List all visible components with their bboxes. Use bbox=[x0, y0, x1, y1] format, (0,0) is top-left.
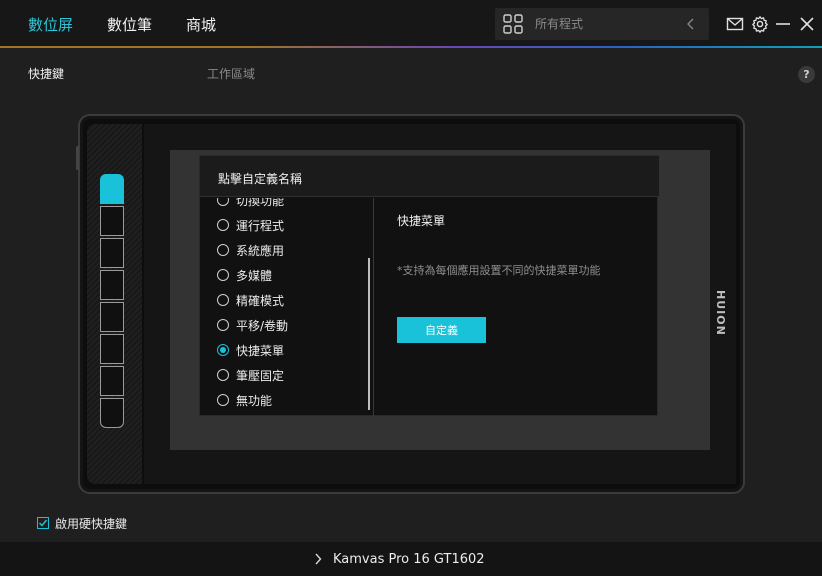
device-name[interactable]: Kamvas Pro 16 GT1602 bbox=[333, 552, 485, 567]
popup-header[interactable]: 點擊自定義名稱 bbox=[200, 156, 659, 197]
radio-button[interactable] bbox=[217, 294, 229, 306]
list-scrollbar[interactable] bbox=[368, 258, 370, 410]
radio-button[interactable] bbox=[217, 219, 229, 231]
express-key-7[interactable] bbox=[100, 366, 124, 396]
radio-button[interactable] bbox=[217, 394, 229, 406]
minimize-icon[interactable] bbox=[774, 15, 792, 33]
function-option-label: 運行程式 bbox=[236, 218, 285, 233]
function-option[interactable]: 多媒體 bbox=[217, 265, 272, 285]
close-icon[interactable] bbox=[798, 15, 816, 33]
express-key-5[interactable] bbox=[100, 302, 124, 332]
help-icon[interactable]: ? bbox=[798, 66, 815, 83]
gear-icon[interactable] bbox=[751, 15, 769, 33]
function-option-label: 無功能 bbox=[236, 393, 273, 408]
huion-logo-text: HUION bbox=[714, 290, 727, 336]
chevron-left-icon[interactable] bbox=[685, 15, 697, 33]
app-grid-icon[interactable] bbox=[503, 14, 523, 34]
express-key-1[interactable] bbox=[100, 174, 124, 204]
radio-button[interactable] bbox=[217, 369, 229, 381]
customize-button[interactable]: 自定義 bbox=[397, 317, 486, 343]
express-key-4[interactable] bbox=[100, 270, 124, 300]
popup-divider bbox=[373, 198, 374, 416]
radio-button-checked[interactable] bbox=[217, 344, 229, 356]
popup-title[interactable]: 點擊自定義名稱 bbox=[218, 170, 302, 187]
top-bar: 數位屏 數位筆 商城 bbox=[0, 0, 822, 48]
function-option[interactable]: 切換功能 bbox=[217, 198, 284, 210]
radio-button[interactable] bbox=[217, 269, 229, 281]
function-option-label: 系統應用 bbox=[236, 243, 285, 258]
detail-description: *支持為每個應用設置不同的快捷菜單功能 bbox=[397, 264, 601, 277]
mail-icon[interactable] bbox=[726, 15, 744, 33]
function-option-label: 精確模式 bbox=[236, 293, 285, 308]
enable-express-keys-row[interactable]: 啟用硬快捷鍵 bbox=[37, 515, 127, 531]
express-key-8[interactable] bbox=[100, 398, 124, 428]
radio-button[interactable] bbox=[217, 319, 229, 331]
function-option[interactable]: 無功能 bbox=[217, 390, 272, 410]
function-option-label: 筆壓固定 bbox=[236, 368, 285, 383]
header-accent-line bbox=[0, 46, 822, 48]
function-option-label: 平移/卷動 bbox=[236, 318, 289, 333]
app-search-input[interactable] bbox=[535, 14, 675, 34]
app-search-box[interactable] bbox=[495, 8, 709, 40]
tab-pen[interactable]: 數位筆 bbox=[107, 14, 152, 35]
function-list: 切換功能 運行程式 系統應用 多媒體 精確模式 平移/卷動 快捷菜單 筆壓固定 bbox=[200, 198, 373, 416]
device-side-button bbox=[76, 146, 79, 170]
enable-express-keys-checkbox[interactable] bbox=[37, 517, 49, 529]
express-key-config-popup: 點擊自定義名稱 切換功能 運行程式 系統應用 多媒體 精確模式 平移/卷動 快捷… bbox=[199, 155, 659, 416]
express-key-2[interactable] bbox=[100, 206, 124, 236]
function-option[interactable]: 筆壓固定 bbox=[217, 365, 284, 385]
enable-express-keys-label: 啟用硬快捷鍵 bbox=[55, 516, 128, 531]
express-key-3[interactable] bbox=[100, 238, 124, 268]
function-option[interactable]: 精確模式 bbox=[217, 290, 284, 310]
express-key-6[interactable] bbox=[100, 334, 124, 364]
huion-logo: HUION bbox=[714, 290, 727, 336]
device-footer-bar[interactable]: Kamvas Pro 16 GT1602 bbox=[0, 542, 822, 576]
function-option-label: 快捷菜單 bbox=[236, 343, 285, 358]
chevron-right-icon[interactable] bbox=[314, 553, 322, 565]
tab-display[interactable]: 數位屏 bbox=[28, 14, 73, 35]
detail-title: 快捷菜單 bbox=[397, 214, 446, 228]
radio-button[interactable] bbox=[217, 244, 229, 256]
express-keys-section-label[interactable]: 快捷鍵 bbox=[28, 65, 64, 82]
function-option-label: 切換功能 bbox=[236, 198, 285, 208]
function-option-label: 多媒體 bbox=[236, 268, 273, 283]
function-option[interactable]: 運行程式 bbox=[217, 215, 284, 235]
radio-button[interactable] bbox=[217, 198, 229, 206]
function-option[interactable]: 平移/卷動 bbox=[217, 315, 288, 335]
work-area-section-label[interactable]: 工作區域 bbox=[207, 65, 255, 82]
function-option-selected[interactable]: 快捷菜單 bbox=[217, 340, 284, 360]
function-option[interactable]: 系統應用 bbox=[217, 240, 284, 260]
tab-store[interactable]: 商城 bbox=[186, 14, 216, 35]
checkmark-icon bbox=[38, 519, 48, 527]
